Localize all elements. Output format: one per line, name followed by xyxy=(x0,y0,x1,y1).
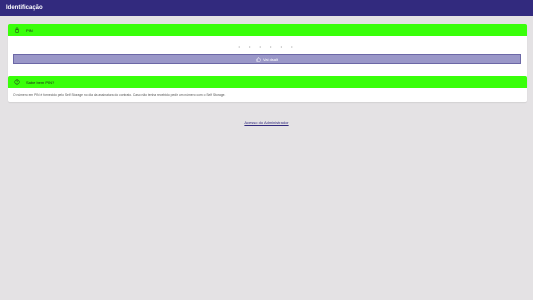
lock-icon xyxy=(14,27,20,33)
pin-card-title: PIN xyxy=(26,27,33,33)
help-card-title: Sabe bem PIN? xyxy=(26,79,55,85)
page-title: Identificação xyxy=(6,5,43,11)
login-button-label: Vai dsalt xyxy=(262,56,279,62)
pin-input[interactable]: • • • • • • xyxy=(8,44,527,49)
help-card: Sabe bem PIN? O número em PIN é fornecid… xyxy=(8,76,527,102)
login-button[interactable]: Vai dsalt xyxy=(13,54,521,64)
pin-card-header: PIN xyxy=(8,24,527,36)
thumbs-up-icon xyxy=(256,56,261,62)
question-circle-icon xyxy=(14,79,20,85)
help-text: O número em PIN é fornecido pelo Self St… xyxy=(13,93,226,97)
help-card-header: Sabe bem PIN? xyxy=(8,76,527,88)
admin-access-link[interactable]: Acesso do Administrador xyxy=(0,120,533,125)
app-header: Identificação xyxy=(0,0,533,16)
